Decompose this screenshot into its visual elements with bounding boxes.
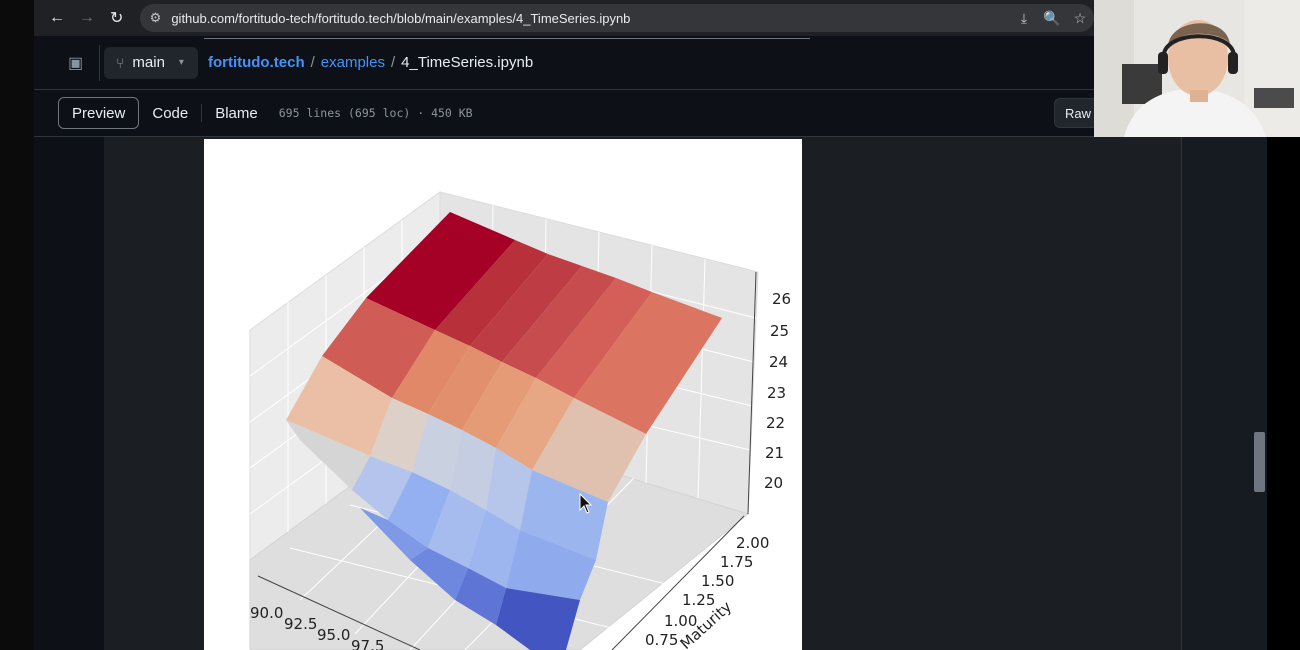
back-icon[interactable]: ← xyxy=(42,3,72,33)
z-tick-label: 22 xyxy=(766,414,785,432)
presenter-video xyxy=(1094,0,1300,137)
y-tick-label: 0.75 xyxy=(645,631,678,649)
site-settings-icon[interactable]: ⚙ xyxy=(150,10,162,26)
x-tick-label: 97.5 xyxy=(351,637,384,650)
z-tick-label: 21 xyxy=(765,444,784,462)
repo-file-header: ▣ ⑂ main ▾ fortitudo.tech / examples / 4… xyxy=(34,36,1094,90)
breadcrumb: fortitudo.tech / examples / 4_TimeSeries… xyxy=(208,54,533,71)
surface-plot-svg: 26 25 24 23 22 21 20 2.00 1.75 1.50 1.25… xyxy=(204,139,802,650)
install-app-icon[interactable]: ⤓ xyxy=(1010,10,1038,27)
browser-window: ← → ↻ ⚙ github.com/fortitudo-tech/fortit… xyxy=(34,0,1184,650)
address-bar[interactable]: ⚙ github.com/fortitudo-tech/fortitudo.te… xyxy=(139,4,1095,32)
branch-name: main xyxy=(132,54,165,71)
bookmark-star-icon[interactable]: ☆ xyxy=(1066,10,1094,27)
side-panel-toggle-icon[interactable]: ▣ xyxy=(52,44,100,81)
breadcrumb-separator: / xyxy=(390,54,396,71)
z-tick-label: 20 xyxy=(764,474,783,492)
left-margin xyxy=(0,0,34,650)
z-tick-label: 23 xyxy=(767,384,786,402)
branch-selector[interactable]: ⑂ main ▾ xyxy=(104,46,198,79)
breadcrumb-separator: / xyxy=(310,54,315,71)
notebook-content: 26 25 24 23 22 21 20 2.00 1.75 1.50 1.25… xyxy=(34,137,1184,650)
breadcrumb-folder-link[interactable]: examples xyxy=(321,54,385,71)
view-tabs: Preview Code Blame xyxy=(58,97,271,129)
git-branch-icon: ⑂ xyxy=(116,54,125,71)
header-strip xyxy=(204,36,810,39)
tab-code[interactable]: Code xyxy=(139,97,201,129)
y-tick-label: 1.50 xyxy=(701,572,734,590)
surface-plot: 26 25 24 23 22 21 20 2.00 1.75 1.50 1.25… xyxy=(204,139,802,650)
y-tick-label: 1.25 xyxy=(682,591,715,609)
tab-blame[interactable]: Blame xyxy=(202,97,271,129)
x-tick-label: 95.0 xyxy=(317,626,350,644)
z-tick-label: 25 xyxy=(770,322,789,340)
notebook-column-right xyxy=(1094,137,1182,650)
z-tick-label: 24 xyxy=(769,353,788,371)
tab-preview[interactable]: Preview xyxy=(58,97,140,129)
z-tick-label: 26 xyxy=(772,290,791,308)
breadcrumb-file-name: 4_TimeSeries.ipynb xyxy=(401,54,534,71)
page-scrollbar-thumb[interactable] xyxy=(1254,432,1265,492)
chevron-down-icon: ▾ xyxy=(178,57,184,68)
breadcrumb-repo-link[interactable]: fortitudo.tech xyxy=(208,54,305,71)
zoom-icon[interactable]: 🔍 xyxy=(1038,10,1066,27)
browser-toolbar: ← → ↻ ⚙ github.com/fortitudo-tech/fortit… xyxy=(34,0,1095,36)
y-tick-label: 2.00 xyxy=(736,534,769,552)
right-margin xyxy=(1267,137,1300,650)
x-tick-label: 90.0 xyxy=(250,604,283,622)
webcam-overlay xyxy=(1094,0,1300,137)
forward-icon[interactable]: → xyxy=(72,3,102,33)
file-info: 695 lines (695 loc) · 450 KB xyxy=(278,106,473,120)
screen: ← → ↻ ⚙ github.com/fortitudo-tech/fortit… xyxy=(0,0,1300,650)
file-view-toolbar: Preview Code Blame 695 lines (695 loc) ·… xyxy=(34,90,1102,137)
url-text[interactable]: github.com/fortitudo-tech/fortitudo.tech… xyxy=(171,11,1010,26)
x-tick-label: 92.5 xyxy=(284,615,317,633)
reload-icon[interactable]: ↻ xyxy=(102,3,132,33)
y-tick-label: 1.75 xyxy=(720,553,753,571)
